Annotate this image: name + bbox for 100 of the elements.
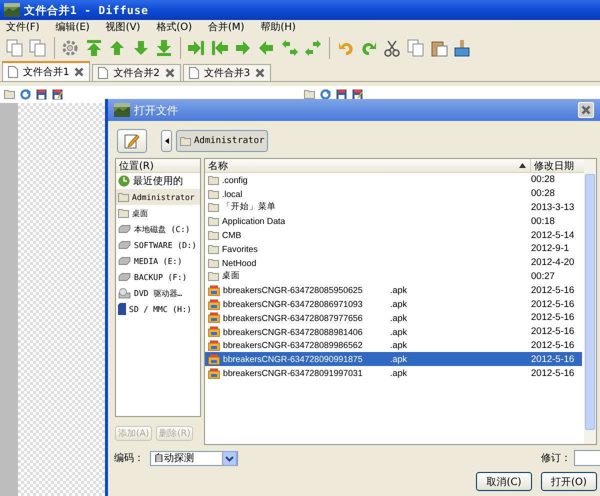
arrow-left-bar-icon[interactable] bbox=[210, 39, 229, 57]
drive-icon bbox=[118, 241, 131, 249]
file-row[interactable]: CMB 2012-5-14 bbox=[205, 228, 582, 242]
encoding-dropdown[interactable]: 自动探测 bbox=[150, 450, 238, 466]
revision-field[interactable] bbox=[574, 450, 600, 466]
arrow-top-icon[interactable] bbox=[84, 39, 103, 57]
arrow-left-icon[interactable] bbox=[257, 39, 276, 57]
refresh-icon[interactable] bbox=[20, 89, 31, 100]
column-header[interactable]: 修改日期 bbox=[530, 159, 582, 172]
back-button[interactable] bbox=[161, 130, 172, 152]
folder-icon bbox=[208, 244, 219, 254]
swap-arrows-icon[interactable] bbox=[280, 39, 299, 57]
folder-icon bbox=[180, 136, 191, 146]
tab[interactable]: 文件合并1 bbox=[2, 61, 90, 81]
folder-icon bbox=[208, 271, 219, 282]
file-row[interactable]: bbreakersCNGR-634728086971093 .apk 2012-5-16 bbox=[205, 297, 582, 311]
drive-icon bbox=[118, 257, 131, 265]
folder-icon bbox=[208, 216, 219, 226]
save-icon[interactable] bbox=[336, 89, 347, 100]
menu-item[interactable]: 视图(V) bbox=[104, 20, 142, 34]
scrollbar[interactable] bbox=[584, 159, 596, 444]
folder-icon[interactable] bbox=[4, 89, 15, 99]
close-icon[interactable] bbox=[74, 67, 84, 77]
document-icon bbox=[188, 67, 199, 79]
arrow-right-icon[interactable] bbox=[234, 39, 252, 57]
edit-path-button[interactable] bbox=[117, 129, 147, 153]
copy-icon[interactable] bbox=[29, 39, 48, 57]
gear-icon[interactable] bbox=[61, 39, 80, 57]
copy-icon[interactable] bbox=[6, 39, 24, 57]
menu-item[interactable]: 合并(M) bbox=[207, 20, 246, 34]
file-row[interactable]: NetHood 2012-4-20 bbox=[205, 256, 582, 270]
file-row[interactable]: .config 00:28 bbox=[205, 173, 582, 187]
arrow-down-icon[interactable] bbox=[132, 39, 150, 57]
cancel-button[interactable]: 取消(C) bbox=[476, 472, 532, 491]
folder-icon bbox=[208, 230, 219, 240]
disc-drive-icon bbox=[118, 288, 131, 298]
menu-item[interactable]: 文件(F) bbox=[5, 20, 41, 34]
open-button[interactable]: 打开(O) bbox=[541, 472, 597, 491]
cut-icon[interactable] bbox=[383, 39, 402, 57]
refresh-icon[interactable] bbox=[320, 89, 331, 100]
clock-icon bbox=[118, 175, 130, 187]
copy-icon[interactable] bbox=[406, 39, 425, 57]
place-item[interactable]: 最近使用的 bbox=[116, 173, 200, 189]
file-row[interactable]: Application Data 00:18 bbox=[205, 214, 582, 228]
dialog-title: 打开文件 bbox=[134, 102, 178, 118]
menu-item[interactable]: 格式(O) bbox=[155, 20, 194, 34]
close-icon[interactable] bbox=[255, 68, 266, 78]
file-row[interactable]: bbreakersCNGR-634728088981406 .apk 2012-5-16 bbox=[205, 324, 582, 339]
paste-icon[interactable] bbox=[430, 39, 448, 57]
menu-item[interactable]: 编辑(E) bbox=[54, 20, 91, 34]
file-row[interactable]: 「开始」菜单 2013-3-13 bbox=[205, 200, 582, 214]
file-row[interactable]: 桌面 00:27 bbox=[205, 270, 582, 284]
tab[interactable]: 文件合并2 bbox=[92, 64, 181, 81]
close-icon bbox=[581, 105, 591, 115]
file-row[interactable]: bbreakersCNGR-634728091997031 .apk 2012-5-16 bbox=[205, 366, 582, 380]
sort-ascending-icon bbox=[519, 163, 526, 168]
place-item[interactable]: DVD 驱动器… bbox=[116, 285, 200, 301]
arrow-bottom-icon[interactable] bbox=[154, 39, 173, 57]
column-header[interactable]: 名称 bbox=[205, 159, 519, 172]
swap-arrows-icon[interactable] bbox=[304, 39, 322, 57]
file-row[interactable]: .local 00:28 bbox=[205, 186, 582, 201]
path-button[interactable]: Administrator bbox=[176, 130, 268, 152]
package-icon bbox=[208, 312, 220, 324]
file-row[interactable]: bbreakersCNGR-634728089986562 .apk 2012-5-16 bbox=[205, 338, 582, 352]
close-button[interactable] bbox=[578, 102, 594, 118]
place-item[interactable]: MEDIA (E:) bbox=[116, 253, 200, 269]
file-row[interactable]: bbreakersCNGR-634728085950625 .apk 2012-5-16 bbox=[205, 283, 582, 298]
arrow-up-icon[interactable] bbox=[108, 39, 126, 57]
file-row[interactable]: bbreakersCNGR-634728087977656 .apk 2012-5-16 bbox=[205, 310, 582, 325]
document-icon bbox=[98, 67, 108, 79]
save-as-icon[interactable] bbox=[52, 89, 63, 100]
pencil-icon bbox=[124, 133, 140, 149]
revision-label: 修订： bbox=[541, 452, 571, 465]
folder-icon bbox=[118, 208, 129, 218]
arrow-right-bar-icon[interactable] bbox=[187, 39, 206, 57]
close-icon[interactable] bbox=[164, 68, 175, 78]
place-item[interactable]: 桌面 bbox=[116, 205, 200, 221]
package-icon bbox=[208, 326, 220, 338]
place-item[interactable]: SOFTWARE (D:) bbox=[116, 237, 200, 253]
column-header[interactable]: 位置(R) bbox=[116, 159, 200, 173]
folder-icon bbox=[208, 202, 219, 212]
place-item[interactable]: SD / MMC (H:) bbox=[116, 301, 200, 317]
folder-icon bbox=[208, 258, 219, 268]
file-row[interactable]: bbreakersCNGR-634728090991875 .apk 2012-5-16 bbox=[205, 352, 582, 366]
tab[interactable]: 文件合并3 bbox=[182, 64, 272, 81]
place-item[interactable]: Administrator bbox=[116, 189, 200, 205]
document-icon bbox=[8, 66, 18, 78]
place-item[interactable]: 本地磁盘 (C:) bbox=[116, 221, 200, 237]
package-icon bbox=[208, 368, 220, 379]
drive-icon bbox=[118, 225, 131, 233]
package-icon bbox=[208, 354, 220, 365]
save-as-icon[interactable] bbox=[352, 89, 363, 100]
drive-icon bbox=[118, 273, 131, 281]
package-icon bbox=[208, 340, 220, 351]
brush-icon[interactable] bbox=[453, 39, 472, 57]
file-row[interactable]: Favorites 2012-9-1 bbox=[205, 242, 582, 256]
place-item[interactable]: BACKUP (F:) bbox=[116, 269, 200, 285]
menu-item[interactable]: 帮助(H) bbox=[259, 20, 297, 34]
encoding-label: 编码： bbox=[114, 452, 144, 465]
save-icon[interactable] bbox=[36, 89, 47, 100]
